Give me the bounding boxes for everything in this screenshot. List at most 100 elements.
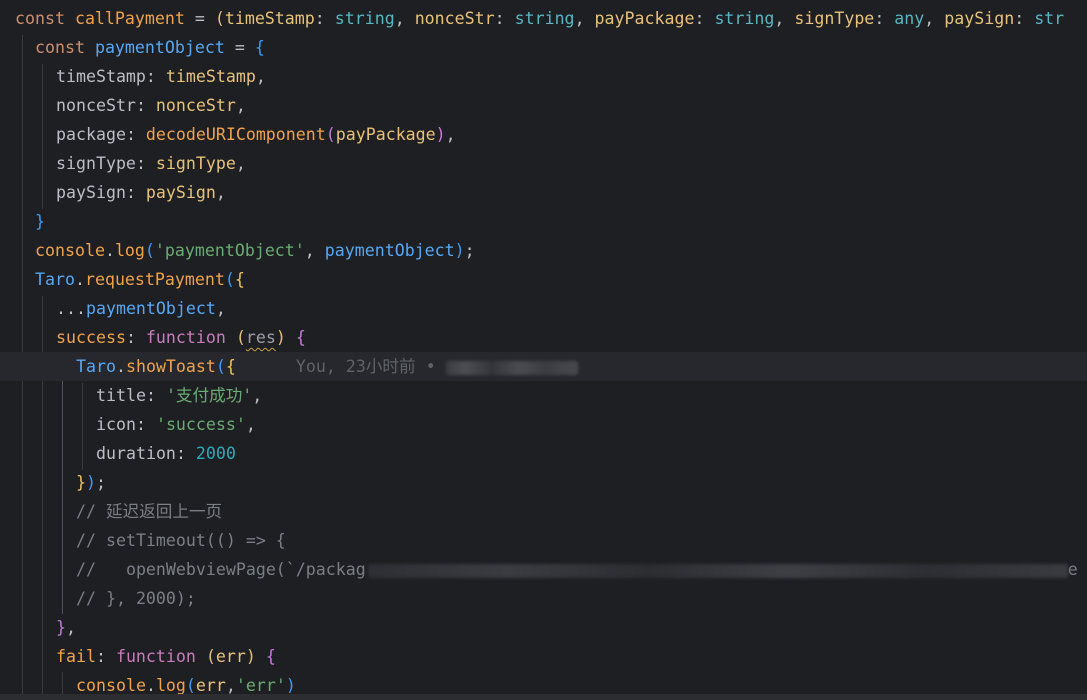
paren: )	[435, 125, 446, 144]
paren: (	[235, 328, 246, 347]
param-name: paySign	[944, 9, 1015, 28]
string-literal: 'success'	[155, 415, 246, 434]
code-line-17[interactable]: });	[0, 468, 1087, 497]
code-line-1[interactable]: const callPayment = (timeStamp: string, …	[0, 4, 1087, 33]
brace: {	[295, 328, 306, 347]
brace: {	[234, 270, 245, 289]
param-name: payPackage	[594, 9, 695, 28]
code-line-6[interactable]: signType: signType,	[0, 149, 1087, 178]
variable-ref: paymentObject	[324, 241, 455, 260]
param-name: timeStamp	[224, 9, 315, 28]
code-line-3[interactable]: timeStamp: timeStamp,	[0, 62, 1087, 91]
brace: }	[56, 618, 66, 637]
string-literal: 'err'	[235, 676, 286, 695]
paren: (	[214, 9, 225, 28]
paren: )	[245, 647, 256, 666]
paren: )	[285, 676, 296, 695]
param-name: nonceStr	[414, 9, 495, 28]
param-ref: nonceStr	[155, 96, 236, 115]
type-name: string	[714, 9, 775, 28]
code-line-16[interactable]: duration: 2000	[0, 439, 1087, 468]
param-ref: timeStamp	[165, 67, 256, 86]
type-name: string	[514, 9, 575, 28]
object-key: success	[56, 328, 126, 347]
param-name: signType	[794, 9, 875, 28]
git-blame-annotation[interactable]: You, 23小时前 •	[296, 357, 436, 376]
code-line-19[interactable]: // setTimeout(() => {	[0, 526, 1087, 555]
paren: )	[86, 473, 96, 492]
code-line-18[interactable]: // 延迟返回上一页	[0, 497, 1087, 526]
function-name: callPayment	[74, 9, 185, 28]
code-line-2[interactable]: const paymentObject = {	[0, 33, 1087, 62]
param-ref: err	[195, 676, 226, 695]
code-line-13-current[interactable]: Taro.showToast({You, 23小时前 •	[0, 352, 1087, 381]
code-line-5[interactable]: package: decodeURIComponent(payPackage),	[0, 120, 1087, 149]
number-literal: 2000	[195, 444, 236, 463]
brace: {	[265, 647, 276, 666]
code-line-8[interactable]: }	[0, 207, 1087, 236]
variable-name: paymentObject	[94, 38, 225, 57]
code-line-10[interactable]: Taro.requestPayment({	[0, 265, 1087, 294]
paren: (	[144, 241, 155, 260]
operator: =	[224, 38, 255, 57]
paren: (	[205, 647, 216, 666]
string-literal: 'paymentObject'	[154, 241, 305, 260]
code-line-4[interactable]: nonceStr: nonceStr,	[0, 91, 1087, 120]
object-key: fail	[56, 647, 96, 666]
object-key: paySign	[56, 183, 126, 202]
param-ref: payPackage	[335, 125, 436, 144]
code-line-9[interactable]: console.log('paymentObject', paymentObje…	[0, 236, 1087, 265]
keyword: function	[115, 647, 196, 666]
code-line-21[interactable]: // }, 2000);	[0, 584, 1087, 613]
paren: (	[224, 270, 235, 289]
code-line-11[interactable]: ...paymentObject,	[0, 294, 1087, 323]
object-key: timeStamp	[56, 67, 146, 86]
param-ref: paySign	[145, 183, 216, 202]
brace: {	[254, 38, 265, 57]
object-key: duration	[96, 444, 176, 463]
object-name: Taro	[35, 270, 75, 289]
object-name: console	[76, 676, 146, 695]
brace: {	[225, 357, 236, 376]
object-key: signType	[56, 154, 136, 173]
object-key: nonceStr	[56, 96, 136, 115]
method-name: log	[155, 676, 186, 695]
paren: (	[325, 125, 336, 144]
method-name: requestPayment	[84, 270, 225, 289]
code-line-12[interactable]: success: function (res) {	[0, 323, 1087, 352]
function-call: decodeURIComponent	[145, 125, 326, 144]
comment: // setTimeout(() => {	[76, 531, 286, 550]
object-name: console	[35, 241, 105, 260]
comment-tail: e	[1067, 560, 1078, 579]
keyword: function	[145, 328, 226, 347]
spread-operator: ...	[56, 299, 86, 318]
keyword: const	[15, 9, 65, 28]
code-line-23[interactable]: fail: function (err) {	[0, 642, 1087, 671]
method-name: showToast	[125, 357, 216, 376]
comment: // }, 2000);	[76, 589, 196, 608]
object-key: icon	[96, 415, 136, 434]
string-literal: '支付成功'	[165, 386, 253, 405]
type-name: str	[1034, 9, 1065, 28]
object-key: title	[96, 386, 146, 405]
comment: // openWebviewPage(`/packag	[76, 560, 366, 579]
code-line-14[interactable]: title: '支付成功',	[0, 381, 1087, 410]
object-key: package	[56, 125, 126, 144]
code-editor[interactable]: const callPayment = (timeStamp: string, …	[0, 0, 1087, 700]
code-line-22[interactable]: },	[0, 613, 1087, 642]
variable-ref: paymentObject	[85, 299, 216, 318]
param-name-unused: res	[245, 328, 276, 347]
horizontal-scrollbar[interactable]	[0, 694, 1087, 700]
object-name: Taro	[76, 357, 116, 376]
operator: =	[184, 9, 215, 28]
paren: )	[275, 328, 286, 347]
type-name: string	[334, 9, 395, 28]
redacted-commit-message	[445, 360, 578, 375]
code-line-7[interactable]: paySign: paySign,	[0, 178, 1087, 207]
paren: )	[454, 241, 465, 260]
param-ref: signType	[155, 154, 236, 173]
param-name: err	[215, 647, 246, 666]
code-line-15[interactable]: icon: 'success',	[0, 410, 1087, 439]
code-line-20[interactable]: // openWebviewPage(`/packag e	[0, 555, 1087, 584]
method-name: log	[114, 241, 145, 260]
